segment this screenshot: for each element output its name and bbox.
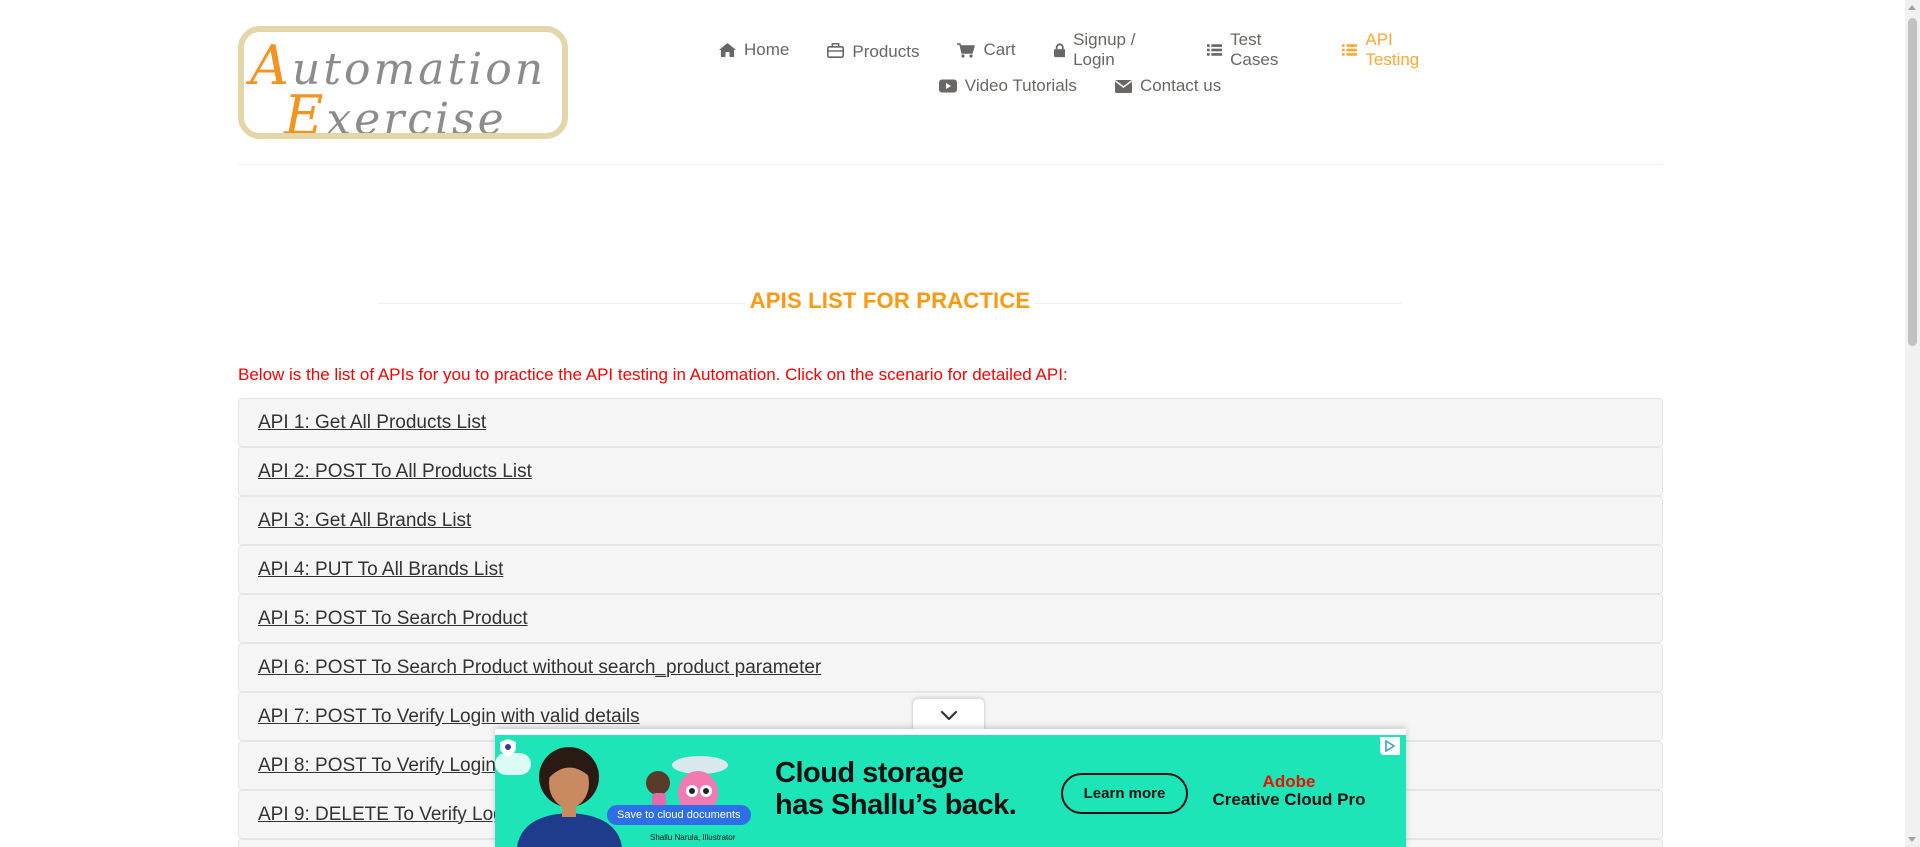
adobe-brand: Adobe Creative Cloud Pro (1212, 772, 1366, 809)
ad-choices-icon[interactable] (1380, 737, 1400, 755)
intro-text: Below is the list of APIs for you to pra… (238, 365, 1068, 384)
nav-cart[interactable]: Cart (938, 38, 1034, 62)
lock-icon (1053, 43, 1066, 57)
ad-banner[interactable]: Save to cloud documents Shallu Narula, I… (495, 729, 1406, 847)
api-item-6[interactable]: API 6: POST To Search Product without se… (238, 643, 1663, 692)
nav-home[interactable]: Home (700, 38, 808, 62)
api-item-5[interactable]: API 5: POST To Search Product (238, 594, 1663, 643)
api-item-4[interactable]: API 4: PUT To All Brands List (238, 545, 1663, 594)
nav-products[interactable]: Products (808, 38, 938, 62)
nav-contact-us-label: Contact us (1139, 76, 1222, 95)
api-item-3[interactable]: API 3: Get All Brands List (238, 496, 1663, 545)
nav-video-tutorials-label: Video Tutorials (964, 76, 1077, 95)
api-item-2[interactable]: API 2: POST To All Products List (238, 447, 1663, 496)
nav-test-cases[interactable]: Test Cases (1188, 30, 1323, 69)
site-logo[interactable]: Automation Exercise (238, 26, 568, 139)
nav-products-label: Products (852, 42, 920, 61)
scroll-up-arrow-icon[interactable] (1908, 5, 1916, 10)
briefcase-icon (827, 42, 845, 58)
page-scrollbar[interactable] (1905, 0, 1920, 847)
api-link[interactable]: API 5: POST To Search Product (258, 608, 528, 630)
envelope-icon (1114, 79, 1132, 93)
logo-line-2: Exercise (284, 84, 507, 139)
scrollbar-thumb[interactable] (1908, 18, 1917, 346)
nav-video-tutorials[interactable]: Video Tutorials (920, 74, 1096, 98)
api-link[interactable]: API 3: Get All Brands List (258, 510, 471, 532)
ad-content[interactable]: Save to cloud documents Shallu Narula, I… (495, 735, 1406, 847)
scroll-down-arrow-icon[interactable] (1908, 837, 1916, 842)
nav-signup-login[interactable]: Signup / Login (1035, 30, 1189, 69)
cart-icon (957, 42, 976, 58)
chevron-down-icon (940, 710, 957, 721)
api-link[interactable]: API 1: Get All Products List (258, 412, 486, 434)
api-link[interactable]: API 4: PUT To All Brands List (258, 559, 503, 581)
api-link[interactable]: API 2: POST To All Products List (258, 461, 532, 483)
header-divider (238, 164, 1663, 165)
api-link[interactable]: API 6: POST To Search Product without se… (258, 657, 821, 679)
ad-collapse-button[interactable] (912, 698, 985, 732)
api-item-1[interactable]: API 1: Get All Products List (238, 398, 1663, 447)
page-title: APIs List for practice (745, 288, 1035, 313)
nav-test-cases-label: Test Cases (1230, 30, 1279, 69)
home-icon (719, 43, 736, 57)
api-link[interactable]: API 9: DELETE To Verify Login (258, 804, 519, 826)
save-to-cloud-pill: Save to cloud documents (607, 805, 751, 825)
nav-signup-login-label: Signup / Login (1073, 30, 1136, 69)
main-nav: Home Products Cart Signup / Login Test C… (700, 30, 1460, 98)
section-title: APIs List for practice (378, 288, 1402, 318)
api-link[interactable]: API 7: POST To Verify Login with valid d… (258, 706, 640, 728)
person-photo (517, 747, 622, 847)
nav-api-testing-label: API Testing (1365, 30, 1420, 69)
nav-api-testing[interactable]: API Testing (1323, 30, 1460, 69)
nav-home-label: Home (744, 40, 790, 59)
list-icon (1342, 44, 1358, 56)
ad-caption: Shallu Narula, Illustrator (650, 833, 736, 842)
learn-more-button[interactable]: Learn more (1061, 773, 1188, 814)
list-icon (1207, 44, 1223, 56)
nav-cart-label: Cart (983, 40, 1016, 59)
ad-headline: Cloud storage has Shallu’s back. (775, 757, 1017, 821)
youtube-icon (938, 79, 957, 93)
nav-contact-us[interactable]: Contact us (1096, 74, 1240, 98)
